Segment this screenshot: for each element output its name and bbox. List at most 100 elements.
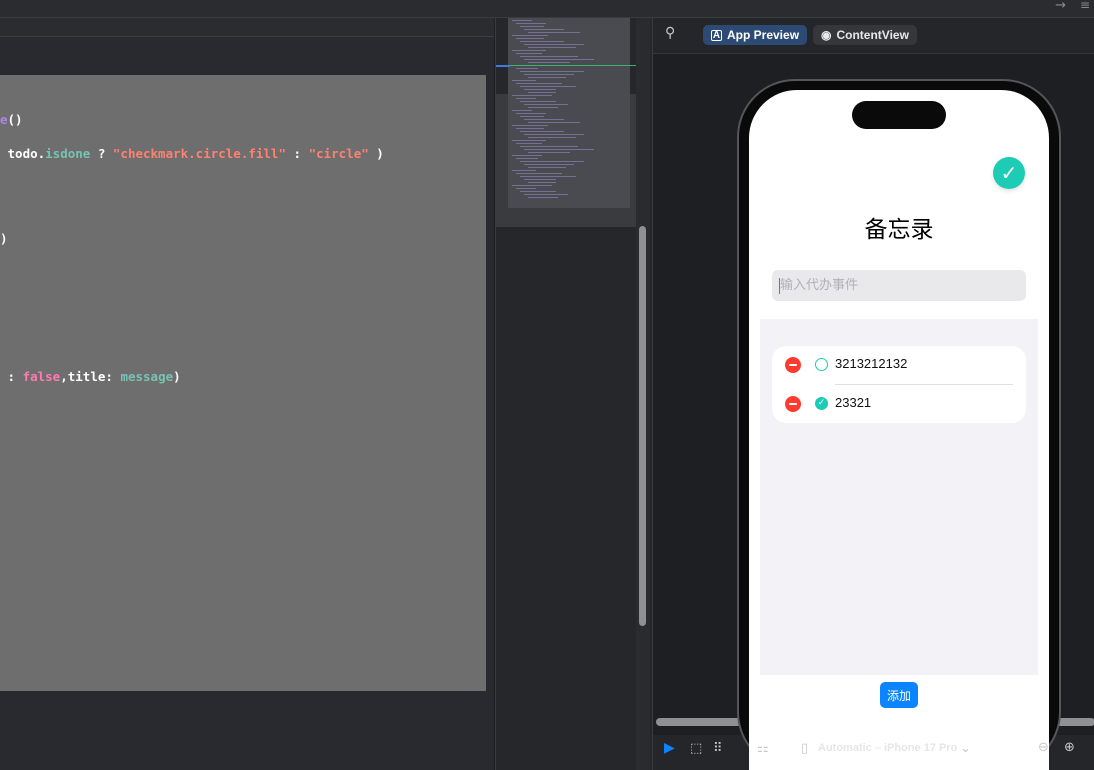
grid-icon[interactable]: ⠿ [713,741,723,756]
tab-label: ContentView [836,28,909,42]
minimap-code-line [528,92,556,93]
todo-list-area: 3213212132 ✓ 23321 [760,319,1038,675]
play-icon[interactable]: ▶ [664,740,675,756]
minimap-code-line [520,116,544,117]
code-line: e() [0,112,23,127]
tab-app-preview[interactable]: A App Preview [703,25,808,45]
minimap-code-line [512,50,546,51]
checkmark-circle-fill-icon[interactable]: ✓ [815,397,828,410]
minimap-code-line [524,89,556,90]
tab-label: App Preview [727,28,800,42]
minimap-code-line [512,140,546,141]
minimap-code-line [524,119,564,120]
minimap-code-line [524,44,584,45]
minimap-code-line [524,149,594,150]
todo-title: 3213212132 [835,356,908,371]
list-item[interactable]: ✓ 23321 [772,385,1026,423]
todo-list: 3213212132 ✓ 23321 [772,346,1026,423]
minimap-code-line [524,179,556,180]
minimap-code-line [516,113,546,114]
minimap-code-line [520,176,576,177]
window-top-strip: → ≡ [0,0,1094,18]
list-item[interactable]: 3213212132 [772,346,1026,385]
app-icon: A [711,29,722,41]
minimap-code-line [512,95,552,96]
chevron-down-icon[interactable]: ⌄ [960,741,971,756]
minimap-code-line [528,122,580,123]
minimap-code-line [516,188,536,189]
minimap-code-line [512,35,548,36]
minimap-code-line [528,47,576,48]
iphone-screen: ✓ 备忘录 3213212132 ✓ 23321 添加 [749,90,1049,770]
minimap-code-line [512,170,536,171]
todo-input[interactable] [772,270,1026,301]
minimap-code-line [520,26,544,27]
minimap-position-marker [496,65,510,67]
checkmark-icon[interactable]: ✓ [993,157,1025,189]
minimap-code-line [520,131,564,132]
code-line: ) [0,231,8,246]
code-line: todo.isdone ? "checkmark.circle.fill" : … [0,146,384,161]
minimap-code-line [528,62,570,63]
minimap-code-line [516,38,544,39]
preview-toolbar: ⚲ A App Preview ◉ ContentView [653,18,1094,54]
variants-icon[interactable]: ⚏ [757,741,769,756]
minimap-code-line [528,77,566,78]
minimap-code-line [524,104,568,105]
code-dimmed-overlay: e() todo.isdone ? "checkmark.circle.fill… [0,75,486,691]
todo-title: 23321 [835,395,872,410]
minimap-code-line [528,197,558,198]
editor-options-icon[interactable]: ≡ [1080,0,1090,12]
code-line: : false,title: message) [0,369,181,384]
minimap-code-line [520,41,564,42]
minimap[interactable] [495,18,652,770]
minimap-code-line [512,155,542,156]
forward-arrow-icon[interactable]: → [1055,0,1066,13]
minimap-code-line [528,137,576,138]
circle-icon[interactable] [815,358,828,371]
minimap-code-line [512,20,532,21]
minimap-document [508,18,630,208]
minimap-code-line [524,164,574,165]
minimap-code-line [528,32,580,33]
text-caret [779,278,780,294]
minimap-code-line [512,80,536,81]
minimap-code-line [516,173,562,174]
zoom-in-icon[interactable]: ⊕ [1064,740,1075,755]
minimap-code-line [528,107,558,108]
minimap-code-line [516,83,562,84]
minimap-code-line [524,59,594,60]
minimap-code-line [520,146,578,147]
delete-icon[interactable] [785,396,801,412]
zoom-out-icon[interactable]: ⊖ [1038,740,1049,755]
minimap-code-line [512,185,552,186]
select-icon[interactable]: ⬚ [690,741,702,756]
add-button[interactable]: 添加 [880,682,918,708]
tab-content-view[interactable]: ◉ ContentView [813,25,917,45]
minimap-code-line [520,71,584,72]
minimap-code-line [516,53,542,54]
delete-icon[interactable] [785,357,801,373]
device-selector[interactable]: Automatic – iPhone 17 Pro [818,742,957,754]
editor-vertical-scrollbar[interactable] [636,18,650,770]
minimap-code-line [516,158,538,159]
pin-icon[interactable]: ⚲ [665,25,675,41]
minimap-code-line [528,182,556,183]
eye-icon: ◉ [821,28,832,42]
minimap-code-line [528,152,570,153]
minimap-code-line [520,161,584,162]
minimap-change-marker [496,65,636,66]
minimap-code-line [520,56,578,57]
minimap-code-line [516,128,544,129]
minimap-code-line [524,29,564,30]
minimap-code-line [524,74,574,75]
code-editor[interactable]: e() todo.isdone ? "checkmark.circle.fill… [0,18,494,770]
scrollbar-thumb[interactable] [639,226,646,626]
minimap-code-line [516,68,538,69]
minimap-code-line [520,86,576,87]
page-title: 备忘录 [864,217,934,243]
device-icon[interactable]: ▯ [801,741,808,756]
minimap-code-line [524,194,568,195]
minimap-code-line [516,98,536,99]
minimap-code-line [524,134,584,135]
